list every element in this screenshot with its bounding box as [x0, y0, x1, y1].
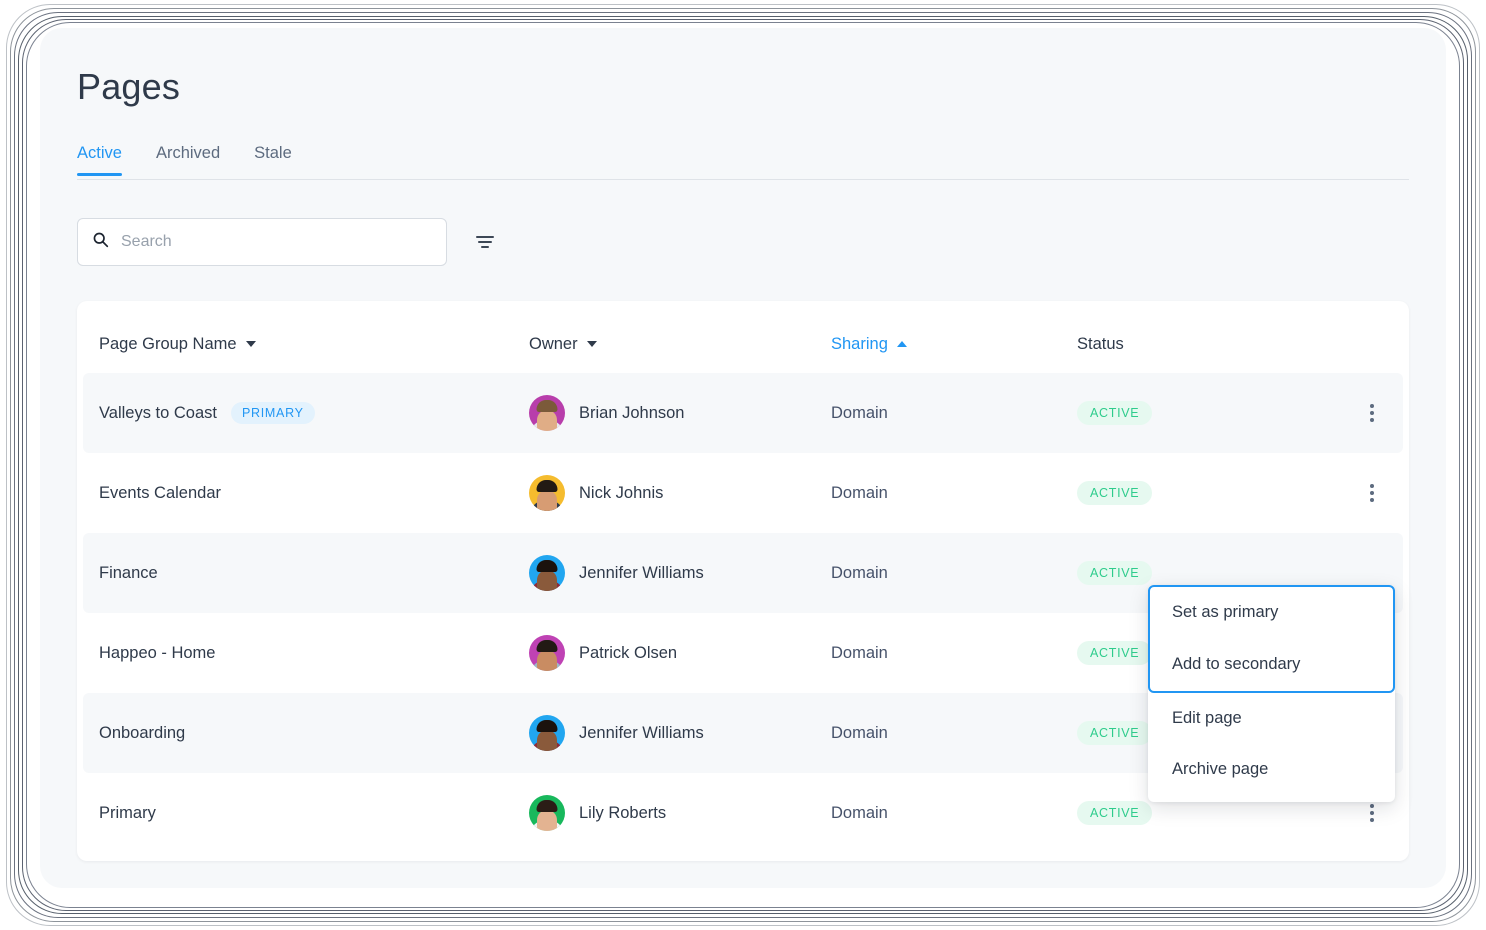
cell-sharing: Domain [831, 724, 1077, 743]
search-icon [92, 231, 109, 253]
avatar [529, 715, 565, 751]
avatar [529, 795, 565, 831]
page-group-name-text: Happeo - Home [99, 643, 216, 662]
owner-name: Jennifer Williams [579, 563, 704, 582]
cell-page-group-name: Events Calendar [99, 484, 529, 503]
page-group-name-text: Onboarding [99, 723, 186, 742]
cell-page-group-name: Valleys to Coast PRIMARY [99, 402, 529, 424]
menu-item-add-to-secondary[interactable]: Add to secondary [1150, 639, 1393, 691]
search-row [77, 218, 499, 266]
column-header-sharing[interactable]: Sharing [831, 335, 1077, 354]
column-header-status[interactable]: Status [1077, 335, 1307, 354]
sharing-value: Domain [831, 723, 888, 742]
owner-name: Brian Johnson [579, 403, 685, 422]
cell-status: ACTIVE [1077, 401, 1307, 425]
status-badge: ACTIVE [1077, 401, 1153, 425]
sharing-value: Domain [831, 803, 888, 822]
cell-sharing: Domain [831, 404, 1077, 423]
sharing-value: Domain [831, 643, 888, 662]
column-label-status: Status [1077, 334, 1124, 353]
cell-status: ACTIVE [1077, 801, 1307, 825]
column-label-sharing: Sharing [831, 334, 888, 353]
column-label-page-group-name: Page Group Name [99, 334, 237, 353]
cell-owner: Patrick Olsen [529, 635, 831, 671]
menu-item-edit-page[interactable]: Edit page [1148, 693, 1395, 745]
avatar [529, 475, 565, 511]
tab-bar: Active Archived Stale [77, 144, 1409, 180]
search-box[interactable] [77, 218, 447, 266]
filter-icon[interactable] [471, 228, 499, 256]
table-row[interactable]: Events Calendar Nick Johnis Domain ACTIV… [83, 453, 1403, 533]
owner-name: Patrick Olsen [579, 643, 678, 662]
context-menu-focused-group: Set as primary Add to secondary [1148, 585, 1395, 693]
status-badge: ACTIVE [1077, 481, 1153, 505]
sharing-value: Domain [831, 563, 888, 582]
cell-sharing: Domain [831, 564, 1077, 583]
tab-stale[interactable]: Stale [254, 144, 314, 175]
status-badge: ACTIVE [1077, 801, 1153, 825]
page-group-name-text: Events Calendar [99, 483, 221, 502]
owner-name: Lily Roberts [579, 803, 667, 822]
status-badge: ACTIVE [1077, 721, 1153, 745]
cell-page-group-name: Primary [99, 804, 529, 823]
table-row[interactable]: Valleys to Coast PRIMARY Brian Johnson D… [83, 373, 1403, 453]
avatar [529, 635, 565, 671]
chevron-down-icon [245, 341, 256, 347]
cell-page-group-name: Onboarding [99, 724, 529, 743]
cell-actions [1307, 798, 1387, 828]
cell-owner: Jennifer Williams [529, 715, 831, 751]
menu-item-archive-page[interactable]: Archive page [1148, 744, 1395, 796]
row-menu-icon[interactable] [1357, 478, 1387, 508]
chevron-down-icon [586, 341, 597, 347]
owner-name: Nick Johnis [579, 483, 664, 502]
avatar [529, 395, 565, 431]
page-group-name-text: Finance [99, 563, 158, 582]
cell-sharing: Domain [831, 804, 1077, 823]
sharing-value: Domain [831, 483, 888, 502]
column-header-page-group-name[interactable]: Page Group Name [99, 335, 529, 354]
cell-owner: Lily Roberts [529, 795, 831, 831]
tab-archived[interactable]: Archived [156, 144, 242, 175]
cell-sharing: Domain [831, 644, 1077, 663]
cell-owner: Nick Johnis [529, 475, 831, 511]
page-group-name-text: Primary [99, 803, 156, 822]
cell-page-group-name: Happeo - Home [99, 644, 529, 663]
owner-name: Jennifer Williams [579, 723, 704, 742]
cell-page-group-name: Finance [99, 564, 529, 583]
row-context-menu: Set as primary Add to secondary Edit pag… [1148, 585, 1395, 803]
cell-actions [1307, 478, 1387, 508]
cell-owner: Brian Johnson [529, 395, 831, 431]
row-menu-icon[interactable] [1357, 798, 1387, 828]
cell-actions [1307, 398, 1387, 428]
status-badge: ACTIVE [1077, 561, 1153, 585]
column-header-owner[interactable]: Owner [529, 335, 831, 354]
table-header-row: Page Group Name Owner Sharing Status [77, 315, 1409, 373]
cell-status: ACTIVE [1077, 561, 1307, 585]
cell-sharing: Domain [831, 484, 1077, 503]
primary-badge: PRIMARY [231, 402, 315, 424]
app-screen: Pages Active Archived Stale Search Page … [40, 28, 1446, 888]
page-group-name-text: Valleys to Coast [99, 403, 217, 422]
page-title: Pages [77, 66, 181, 107]
column-label-owner: Owner [529, 334, 578, 353]
cell-owner: Jennifer Williams [529, 555, 831, 591]
avatar [529, 555, 565, 591]
sharing-value: Domain [831, 403, 888, 422]
row-menu-icon[interactable] [1357, 398, 1387, 428]
status-badge: ACTIVE [1077, 641, 1153, 665]
tab-active[interactable]: Active [77, 144, 144, 176]
cell-actions [1307, 558, 1387, 588]
search-input[interactable] [121, 219, 432, 265]
chevron-up-icon [896, 341, 907, 347]
cell-status: ACTIVE [1077, 481, 1307, 505]
menu-item-set-as-primary[interactable]: Set as primary [1150, 587, 1393, 639]
